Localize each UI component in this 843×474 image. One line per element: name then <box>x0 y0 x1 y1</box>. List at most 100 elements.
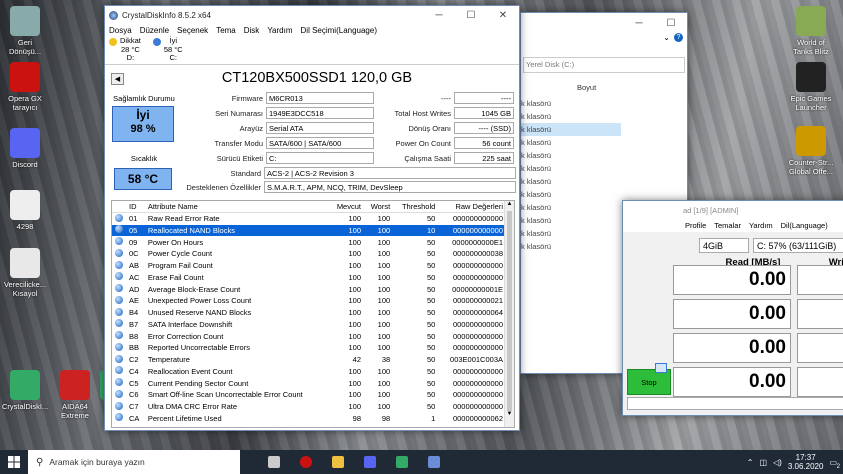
table-cell: Temperature <box>147 355 190 365</box>
table-cell: 100 <box>377 390 391 400</box>
tray-chevron-icon[interactable]: ⌃ <box>747 458 754 467</box>
list-item[interactable]: k klasörü <box>521 227 621 240</box>
table-cell: 100 <box>377 272 391 282</box>
drive-tab[interactable]: İyi 58 °C C: <box>152 36 183 64</box>
desktop-icon[interactable]: Discord <box>2 128 48 169</box>
table-row[interactable]: CA Percent Lifetime Used 98 98 1 000000000062 <box>112 413 506 425</box>
table-row[interactable]: B7 SATA Interface Downshift 100 100 50 000000… <box>112 319 506 331</box>
list-item[interactable]: k klasörü <box>521 136 621 149</box>
row-status <box>112 319 126 331</box>
clock[interactable]: 17:37 3.06.2020 <box>788 453 824 471</box>
column-header[interactable]: Threshold <box>393 201 439 214</box>
table-row[interactable]: AC Erase Fail Count 100 100 50 000000000000 <box>112 272 506 284</box>
table-row[interactable]: C7 Ultra DMA CRC Error Rate 100 100 50 000000… <box>112 401 506 413</box>
scroll-up-icon[interactable]: ▲ <box>505 201 514 211</box>
network-icon[interactable]: ◫ <box>759 458 767 467</box>
table-cell: 100 <box>377 249 391 259</box>
table-scrollbar[interactable]: ▲ ▼ <box>504 201 514 427</box>
menu-item[interactable]: Yardım <box>749 221 773 230</box>
table-cell: 50 <box>426 355 436 365</box>
list-item[interactable]: k klasörü <box>521 149 621 162</box>
list-item[interactable]: k klasörü <box>521 123 621 136</box>
minimize-button[interactable]: ─ <box>623 18 655 29</box>
column-header[interactable]: Attribute Name <box>144 201 330 214</box>
menu-item[interactable]: Düzenle <box>140 26 169 35</box>
menu-item[interactable]: Profile <box>685 221 706 230</box>
discord-icon[interactable] <box>356 450 384 474</box>
result-row: 0.00 <box>673 367 843 397</box>
list-item[interactable]: k klasörü <box>521 188 621 201</box>
help-icon[interactable]: ? <box>674 33 683 42</box>
drive-tab[interactable]: Dikkat 28 °C D: <box>109 36 141 64</box>
temperature-badge[interactable]: 58 °C <box>114 168 172 190</box>
status-dot-icon <box>115 331 123 340</box>
menu-item[interactable]: Temalar <box>714 221 741 230</box>
table-row[interactable]: AD Average Block-Erase Count 100 100 50 00000… <box>112 283 506 295</box>
menu-item[interactable]: Seçenek <box>177 26 208 35</box>
list-item[interactable]: k klasörü <box>521 110 621 123</box>
close-button[interactable]: ✕ <box>487 10 519 21</box>
desktop-icon[interactable]: CrystalDiskI... <box>2 370 48 411</box>
size-column-header[interactable]: Boyut <box>577 83 596 92</box>
health-status-badge[interactable]: İyi 98 % <box>112 106 174 142</box>
drive-select[interactable]: C: 57% (63/111GiB) <box>753 238 843 253</box>
desktop-icon[interactable]: World of Tanks Blitz <box>788 6 834 56</box>
table-cell: Unused Reserve NAND Blocks <box>147 308 252 318</box>
test-size-select[interactable]: 4GiB <box>699 238 749 253</box>
list-item[interactable]: k klasörü <box>521 97 621 110</box>
notification-icon[interactable]: ▭ 2 <box>829 458 840 470</box>
table-cell: 98 <box>352 413 361 423</box>
table-row[interactable]: 0C Power Cycle Count 100 100 50 000000000038 <box>112 248 506 260</box>
desktop-icon[interactable]: Verecilicke... Kısayol <box>2 248 48 298</box>
task-view-icon[interactable] <box>260 450 288 474</box>
explorer-search-input[interactable]: Yerel Disk (C:) <box>523 57 685 73</box>
folder-icon[interactable] <box>324 450 352 474</box>
table-cell: 100 <box>348 272 361 282</box>
list-item[interactable]: k klasörü <box>521 214 621 227</box>
desktop-icon[interactable]: Counter-Str... Global Offe... <box>788 126 834 176</box>
column-header[interactable]: Worst <box>364 201 394 214</box>
menu-item[interactable]: Disk <box>244 26 260 35</box>
column-header[interactable]: Mevcut <box>329 201 364 214</box>
table-row[interactable]: C4 Reallocation Event Count 100 100 50 000000… <box>112 366 506 378</box>
table-row[interactable]: C5 Current Pending Sector Count 100 100 50 00… <box>112 377 506 389</box>
desktop-icon[interactable]: Geri Dönüşü... <box>2 6 48 56</box>
list-item[interactable]: k klasörü <box>521 175 621 188</box>
desktop-icon[interactable]: 4298 <box>2 190 48 231</box>
maximize-button[interactable]: ☐ <box>655 18 687 29</box>
table-row[interactable]: C6 Smart Off-line Scan Uncorrectable Erro… <box>112 389 506 401</box>
list-item[interactable]: k klasörü <box>521 201 621 214</box>
menu-item[interactable]: Tema <box>216 26 236 35</box>
menu-item[interactable]: Yardım <box>267 26 292 35</box>
column-header[interactable]: Raw Değerleri <box>438 201 506 214</box>
list-item[interactable]: k klasörü <box>521 162 621 175</box>
desktop-icon[interactable]: Epic Games Launcher <box>788 62 834 112</box>
menu-item[interactable]: Dil(Language) <box>781 221 828 230</box>
table-row[interactable]: B4 Unused Reserve NAND Blocks 100 100 50 0000… <box>112 307 506 319</box>
table-row[interactable]: B8 Error Correction Count 100 100 50 00000000… <box>112 330 506 342</box>
table-row[interactable]: BB Reported Uncorrectable Errors 100 100 50 0… <box>112 342 506 354</box>
speaker-icon[interactable]: ◁) <box>773 458 782 467</box>
table-row[interactable]: AE Unexpected Power Loss Count 100 100 50 000… <box>112 295 506 307</box>
taskbar-search-box[interactable]: ⚲ Aramak için buraya yazın <box>28 450 240 474</box>
scroll-down-icon[interactable]: ▼ <box>505 411 514 421</box>
desktop-icon[interactable]: Opera GX tarayıcı <box>2 62 48 112</box>
table-row[interactable]: 05 Reallocated NAND Blocks 100 100 10 0000000… <box>112 224 506 237</box>
table-row[interactable]: 01 Raw Read Error Rate 100 100 50 00000000000… <box>112 213 506 225</box>
table-row[interactable]: C2 Temperature 42 38 50 003E001C003A <box>112 354 506 366</box>
opera-icon[interactable] <box>292 450 320 474</box>
crystaldiskinfo-icon[interactable] <box>420 450 448 474</box>
minimize-button[interactable]: ─ <box>423 10 455 21</box>
menu-item[interactable]: Dil Seçimi(Language) <box>301 26 377 35</box>
menu-item[interactable]: Dosya <box>109 26 132 35</box>
column-header[interactable]: ID <box>126 201 145 214</box>
chevron-down-icon[interactable]: ⌄ <box>663 33 670 47</box>
maximize-button[interactable]: ☐ <box>455 10 487 21</box>
list-item[interactable]: k klasörü <box>521 240 621 253</box>
cdm-comment-bar[interactable] <box>627 397 843 410</box>
app-icon[interactable] <box>388 450 416 474</box>
prev-drive-button[interactable]: ◀ <box>111 73 124 85</box>
table-row[interactable]: AB Program Fail Count 100 100 50 000000000000 <box>112 260 506 272</box>
table-row[interactable]: 09 Power On Hours 100 100 50 0000000000E1 <box>112 236 506 248</box>
start-button[interactable] <box>0 450 28 474</box>
